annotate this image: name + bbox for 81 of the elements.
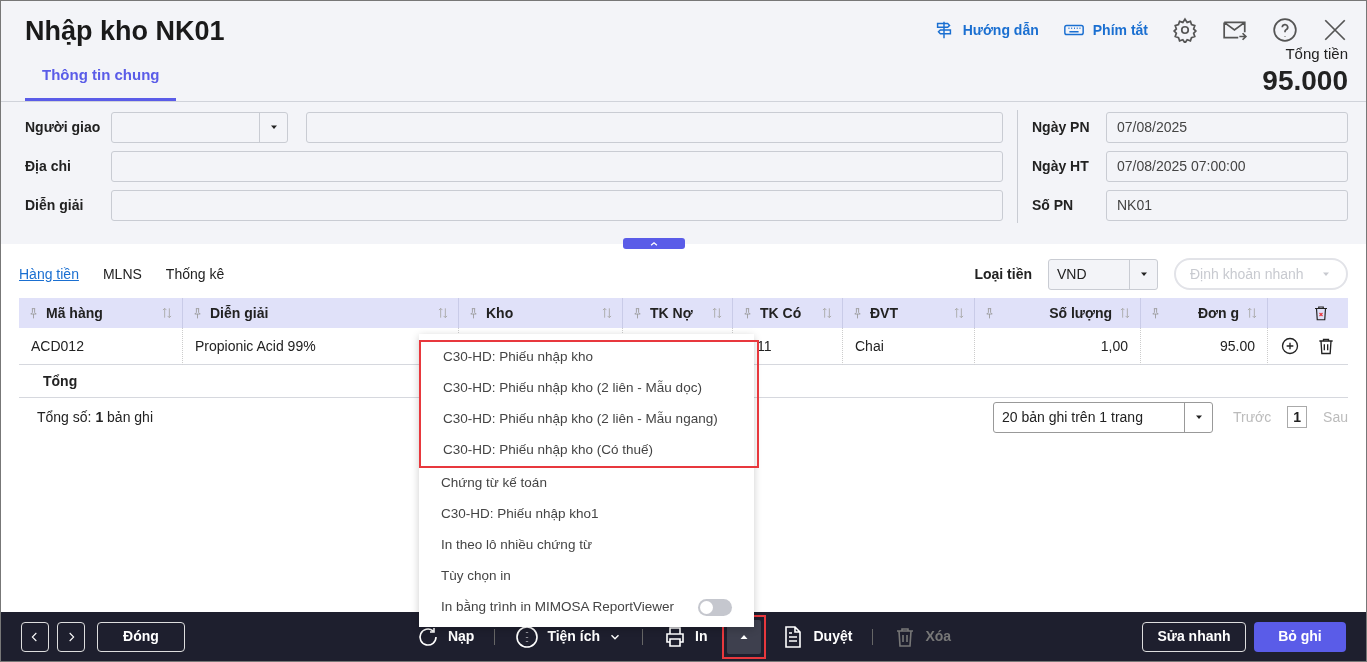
column-header[interactable]: TK Có xyxy=(733,298,843,328)
page-size-dropdown[interactable]: 20 bản ghi trên 1 trang xyxy=(993,401,1214,433)
column-header[interactable]: TK Nợ xyxy=(623,298,733,328)
column-header[interactable]: Số lượng xyxy=(975,298,1141,328)
nav-button[interactable] xyxy=(57,621,85,652)
currency-dropdown[interactable]: VND xyxy=(1048,258,1158,290)
column-header[interactable]: Diễn giải xyxy=(183,298,459,328)
field-label: Người giao xyxy=(25,117,102,137)
sort-icon xyxy=(952,306,966,320)
sort-icon xyxy=(436,306,450,320)
sort-icon xyxy=(820,306,834,320)
pin-icon xyxy=(631,306,644,320)
toggle-switch[interactable] xyxy=(698,599,732,616)
pin-icon xyxy=(1149,306,1162,320)
header-link[interactable]: Hướng dẫn xyxy=(932,19,1039,41)
toggle-label: In bằng trình in MIMOSA ReportViewer xyxy=(441,598,675,617)
help-icon[interactable] xyxy=(1272,17,1298,43)
field-label: Ngày HT xyxy=(1032,156,1090,176)
total-label: Tổng tiền xyxy=(1284,44,1348,65)
total-row-label: Tổng xyxy=(43,371,78,391)
input-field[interactable] xyxy=(111,150,1003,182)
page-number[interactable]: 1 xyxy=(1287,406,1308,428)
toolbar-button[interactable]: Nạp xyxy=(411,624,479,649)
total-amount: 95.000 xyxy=(1262,65,1348,97)
menu-item[interactable]: C30-HD: Phiếu nhập kho1 xyxy=(419,499,754,530)
page-title: Nhập kho NK01 xyxy=(25,15,225,48)
settings-icon[interactable] xyxy=(1172,17,1198,43)
quick-edit-button[interactable]: Sửa nhanh xyxy=(1142,621,1246,652)
menu-item[interactable]: Chứng từ kế toán xyxy=(419,468,754,499)
input-field[interactable] xyxy=(306,111,1003,143)
trash-x-icon[interactable] xyxy=(1312,304,1330,322)
field-label: Diễn giải xyxy=(25,195,85,215)
detail-tab[interactable]: MLNS xyxy=(102,263,142,285)
menu-item[interactable]: In theo lô nhiều chứng từ xyxy=(419,530,754,561)
input-field[interactable]: 07/08/2025 xyxy=(1106,111,1348,143)
column-header[interactable]: Mã hàng xyxy=(19,298,183,328)
sort-icon xyxy=(1118,306,1132,320)
save-button[interactable]: Bỏ ghi xyxy=(1254,621,1346,652)
add-icon[interactable] xyxy=(1280,336,1300,356)
pin-icon xyxy=(27,306,40,320)
pin-icon xyxy=(467,306,480,320)
detail-tab[interactable]: Hàng tiền xyxy=(19,263,79,285)
column-header[interactable]: ĐVT xyxy=(843,298,975,328)
table-cell: 95.00 xyxy=(1141,328,1268,365)
field-label: Địa chi xyxy=(25,156,72,176)
toolbar-button[interactable]: Duyệt xyxy=(777,624,857,649)
input-field[interactable]: NK01 xyxy=(1106,189,1348,221)
table-cell: 1,00 xyxy=(975,328,1141,365)
menu-item[interactable]: C30-HD: Phiếu nhập kho (2 liên - Mẫu dọc) xyxy=(421,373,757,404)
nav-button[interactable] xyxy=(21,621,49,652)
sort-icon xyxy=(160,306,174,320)
table-cell: Chai xyxy=(843,328,975,365)
pin-icon xyxy=(741,306,754,320)
toolbar-button[interactable]: Tiện ích xyxy=(511,624,627,649)
toolbar-button[interactable]: In xyxy=(659,624,712,649)
combo-field[interactable] xyxy=(111,111,288,143)
record-count: Tổng số: 1 bản ghi xyxy=(37,407,153,427)
pin-icon xyxy=(191,306,204,320)
form-tab[interactable]: Thông tin chung xyxy=(25,58,177,101)
detail-tab[interactable]: Thống kê xyxy=(165,263,225,285)
pin-icon xyxy=(983,306,996,320)
sort-icon xyxy=(1245,306,1259,320)
header-link[interactable]: Phím tắt xyxy=(1062,19,1148,41)
input-field[interactable] xyxy=(111,189,1003,221)
currency-label: Loại tiền xyxy=(974,264,1032,284)
field-label: Ngày PN xyxy=(1032,117,1091,137)
close-button[interactable]: Đóng xyxy=(97,621,185,652)
column-header[interactable]: Kho xyxy=(459,298,623,328)
table-cell: ACD012 xyxy=(19,328,183,365)
pin-icon xyxy=(851,306,864,320)
input-field[interactable]: 07/08/2025 07:00:00 xyxy=(1106,150,1348,182)
menu-item[interactable]: C30-HD: Phiếu nhập kho (Có thuế) xyxy=(421,435,757,466)
field-label: Số PN xyxy=(1032,195,1075,215)
trash-icon[interactable] xyxy=(1316,336,1336,356)
menu-item[interactable]: Tùy chọn in xyxy=(419,561,754,592)
sort-icon xyxy=(710,306,724,320)
collapse-button[interactable] xyxy=(623,238,685,249)
sort-icon xyxy=(600,306,614,320)
close-icon[interactable] xyxy=(1322,17,1348,43)
menu-item[interactable]: C30-HD: Phiếu nhập kho (2 liên - Mẫu ngang) xyxy=(421,404,757,435)
column-header[interactable]: Đơn g xyxy=(1141,298,1268,328)
